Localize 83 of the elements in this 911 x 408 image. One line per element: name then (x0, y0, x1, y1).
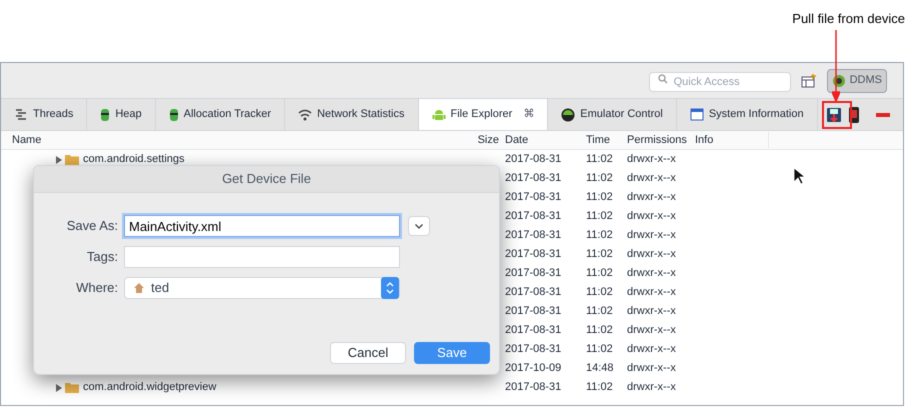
close-tab-icon[interactable]: ⌘ (523, 106, 534, 123)
table-cell-text: 2017-08-31 (504, 228, 562, 244)
table-cell-text: 2017-10-09 (504, 361, 562, 376)
android-icon (432, 108, 446, 122)
table-cell-text: 2017-08-31 (504, 380, 562, 396)
table-cell-text: 2017-08-31 (504, 152, 562, 168)
dropdown-button[interactable] (408, 216, 430, 236)
table-cell-text: 2017-08-31 (504, 266, 562, 282)
annotation-arrow (832, 30, 840, 102)
highlight-frame (822, 101, 852, 129)
table-cell-text: drwxr-x--x (626, 247, 677, 262)
dialog-title: Get Device File (34, 166, 499, 193)
table-cell-text: drwxr-x--x (626, 152, 677, 168)
table-cell-text: 2017-08-31 (504, 209, 562, 224)
tab[interactable]: Allocation Tracker (156, 99, 286, 130)
search-field[interactable]: Quick Access (648, 72, 791, 92)
ddms-perspective-button[interactable]: DDMS (826, 68, 887, 92)
column-header[interactable]: Permissions (621, 132, 694, 148)
table-cell-text: com.android.settings (83, 152, 184, 168)
table-cell-text: drwxr-x--x (626, 285, 677, 300)
table-cell-text: drwxr-x--x (626, 190, 677, 206)
popup-value: ted (151, 279, 170, 298)
cancel-button[interactable]: Cancel (330, 342, 406, 364)
table-cell-text: 11:02 (585, 171, 614, 186)
column-header[interactable]: Name (1, 132, 471, 148)
table-cell-text: 11:02 (585, 209, 614, 224)
cylinder-icon (168, 108, 179, 122)
field-label: Save As: (66, 217, 119, 236)
disc-icon (561, 108, 576, 122)
table-cell-text: drwxr-x--x (626, 228, 677, 244)
table-cell-text: 2017-08-31 (504, 323, 562, 338)
open-perspective-icon[interactable] (800, 74, 817, 88)
wifi-icon (298, 108, 312, 120)
table-cell-text: 11:02 (585, 190, 614, 206)
table-cell-text: 2017-08-31 (504, 247, 562, 262)
table-cell-text: 11:02 (585, 266, 614, 282)
mouse-pointer-icon (793, 167, 805, 185)
table-cell-text: 14:48 (585, 361, 615, 376)
table-cell-text: 2017-08-31 (504, 304, 562, 320)
window-icon (690, 108, 704, 121)
field-label: Where: (75, 279, 119, 298)
table-cell-text: drwxr-x--x (626, 361, 677, 376)
column-header[interactable]: Info (694, 132, 769, 148)
location-popup[interactable]: ted (124, 277, 400, 299)
column-header[interactable]: Time (580, 132, 621, 148)
table-cell-text: drwxr-x--x (626, 266, 677, 282)
cylinder-icon (100, 108, 110, 122)
expand-arrow-icon[interactable] (56, 156, 62, 164)
table-cell-text: 11:02 (585, 342, 614, 358)
home-icon (133, 282, 145, 294)
table-cell-text: 2017-08-31 (504, 190, 562, 206)
table-cell-text: com.android.widgetpreview (83, 380, 216, 396)
table-cell-text: drwxr-x--x (626, 171, 677, 186)
chevron-down-icon (415, 224, 423, 228)
table-cell-text: 11:02 (585, 380, 614, 396)
folder-icon (65, 382, 80, 393)
text-field[interactable]: MainActivity.xml (124, 215, 400, 237)
table-cell-text: 11:02 (585, 228, 614, 244)
table-cell-text: 11:02 (585, 323, 614, 338)
table-cell-text: drwxr-x--x (626, 304, 677, 320)
minus-icon[interactable] (876, 112, 890, 116)
column-header[interactable]: Date (499, 132, 580, 148)
column-header[interactable]: Size (471, 132, 499, 148)
annotation-label: Pull file from device (792, 10, 905, 28)
table-cell-text: 11:02 (585, 304, 614, 320)
text-field[interactable] (124, 246, 400, 268)
table-cell-text: drwxr-x--x (626, 342, 677, 358)
table-cell-text: 11:02 (585, 285, 614, 300)
table-cell-text: 2017-08-31 (504, 171, 562, 186)
stepper-icon (381, 277, 399, 299)
table-cell-text: 2017-08-31 (504, 285, 562, 300)
threads-icon (14, 108, 28, 122)
table-cell-text: drwxr-x--x (626, 323, 677, 338)
table-cell-text: 2017-08-31 (504, 342, 562, 358)
expand-arrow-icon[interactable] (56, 384, 62, 392)
pull-file-icon[interactable] (826, 106, 842, 122)
table-cell-text: drwxr-x--x (626, 209, 677, 224)
table-cell-text: 11:02 (585, 152, 614, 168)
field-label: Tags: (86, 248, 119, 266)
search-icon (658, 74, 668, 84)
table-cell-text: 11:02 (585, 247, 614, 262)
tab[interactable]: File Explorer ⌘ (418, 99, 548, 130)
table-cell-text: drwxr-x--x (626, 380, 677, 396)
